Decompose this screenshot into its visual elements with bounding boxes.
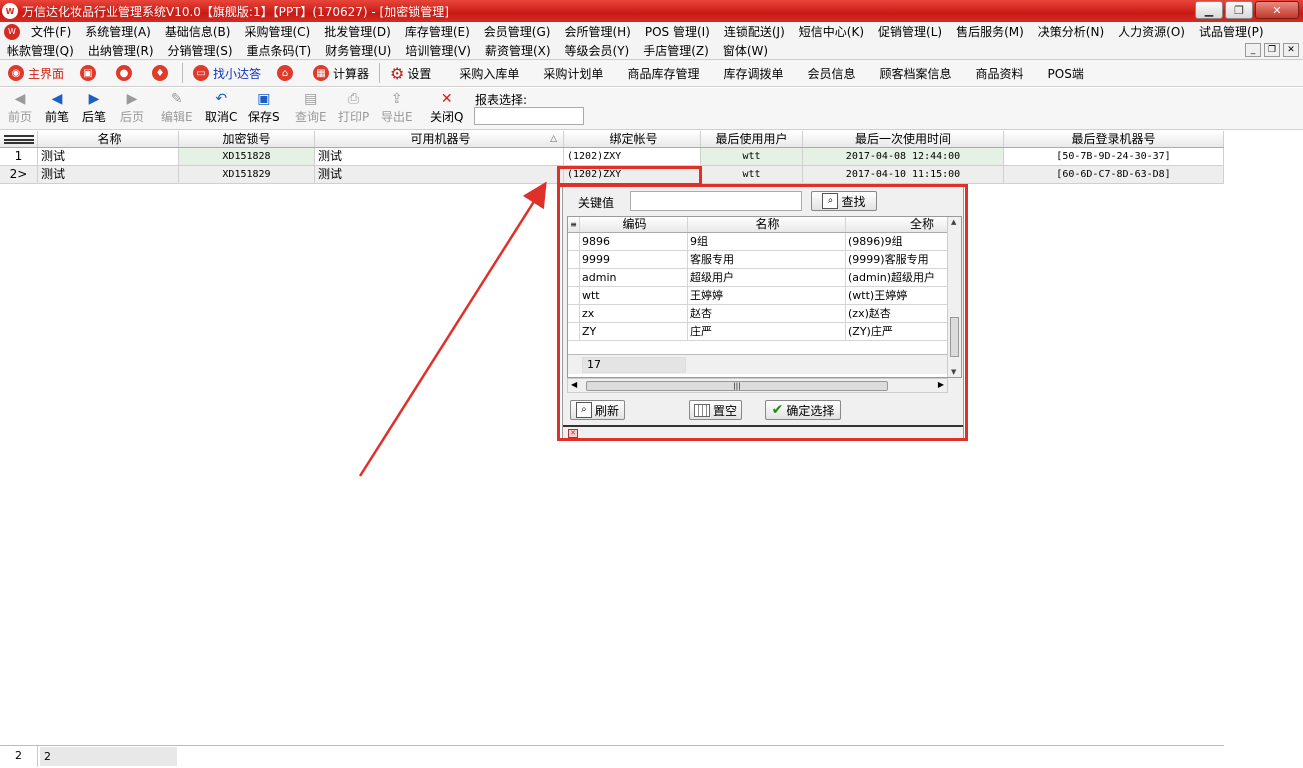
status-bar: 2 2 [0, 745, 1224, 767]
annotation-arrow [358, 181, 547, 477]
status-record: 2 [40, 747, 177, 766]
status-row-count: 2 [0, 746, 38, 767]
